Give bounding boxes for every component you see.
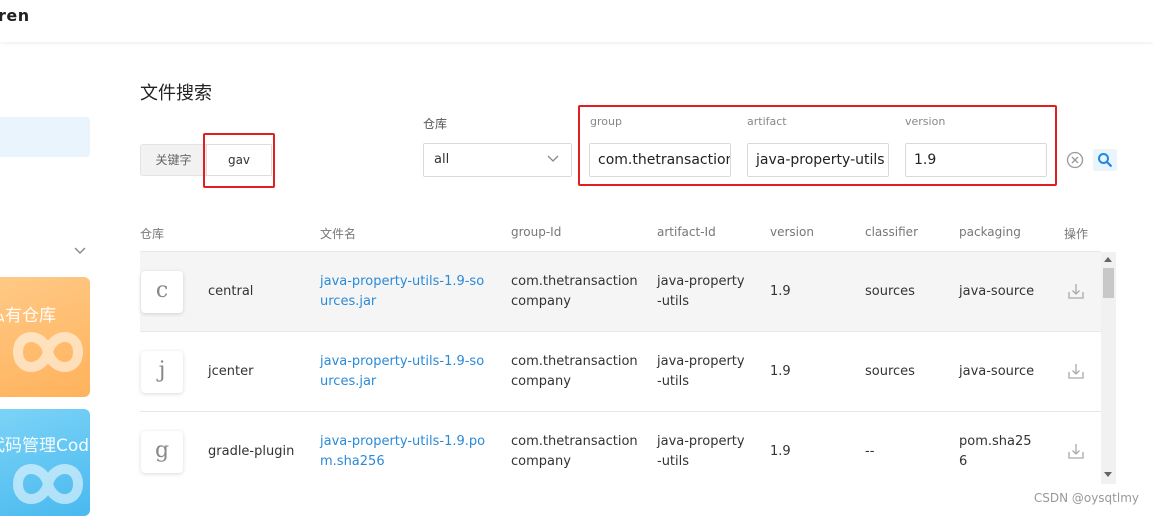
watermark: CSDN @oysqtlmy xyxy=(1033,491,1139,505)
column-header-group-id: group-Id xyxy=(511,225,562,239)
group-id-line: company xyxy=(511,454,571,469)
repo-avatar: g xyxy=(141,431,183,473)
artifact-id-line: -utils xyxy=(657,374,690,389)
group-id-cell: com.thetransaction company xyxy=(511,272,638,312)
group-id-line: company xyxy=(511,374,571,389)
packaging-cell: pom.sha25 6 xyxy=(959,432,1032,472)
infinity-logo-icon xyxy=(12,464,84,504)
repo-name: jcenter xyxy=(208,364,254,379)
keyword-label: 关键字 xyxy=(140,144,206,176)
app-logo-text[interactable]: ren xyxy=(0,6,30,25)
column-header-artifact-id: artifact-Id xyxy=(657,225,716,239)
packaging-line: pom.sha25 xyxy=(959,434,1032,449)
group-id-line: com.thetransaction xyxy=(511,434,638,449)
top-bar: ren xyxy=(0,0,1153,42)
repo-select[interactable]: all xyxy=(423,143,572,177)
group-id-line: company xyxy=(511,294,571,309)
group-id-line: com.thetransaction xyxy=(511,274,638,289)
page-title: 文件搜索 xyxy=(140,83,212,104)
scroll-down-arrow-icon[interactable] xyxy=(1104,472,1112,477)
search-button[interactable] xyxy=(1093,149,1117,171)
table-row[interactable]: g gradle-plugin java-property-utils-1.9.… xyxy=(140,412,1101,492)
packaging-line: java-source xyxy=(959,364,1035,379)
search-icon xyxy=(1098,153,1113,168)
group-id-cell: com.thetransaction company xyxy=(511,432,638,472)
classifier-cell: sources xyxy=(865,284,915,299)
column-header-filename: 文件名 xyxy=(320,227,357,241)
repo-label: 仓库 xyxy=(423,117,448,131)
packaging-cell: java-source xyxy=(959,362,1034,382)
column-header-repo: 仓库 xyxy=(140,227,165,241)
column-header-packaging: packaging xyxy=(959,225,1021,239)
codeup-promo-card[interactable]: 代码管理Codeup xyxy=(0,409,90,516)
filename-line: java-property-utils-1.9.po xyxy=(320,434,486,449)
group-id-line: com.thetransaction xyxy=(511,354,638,369)
scroll-up-arrow-icon[interactable] xyxy=(1104,257,1112,262)
filename-line: urces.jar xyxy=(320,374,377,389)
classifier-cell: sources xyxy=(865,364,915,379)
artifact-id-cell: java-property -utils xyxy=(657,432,745,472)
download-icon[interactable] xyxy=(1067,362,1085,380)
version-cell: 1.9 xyxy=(770,284,791,299)
version-cell: 1.9 xyxy=(770,364,791,379)
download-icon[interactable] xyxy=(1067,282,1085,300)
group-id-cell: com.thetransaction company xyxy=(511,352,638,392)
highlight-box-keyword xyxy=(203,133,275,188)
column-header-actions: 操作 xyxy=(1064,227,1089,241)
chevron-down-icon xyxy=(547,155,559,162)
artifact-id-cell: java-property -utils xyxy=(657,352,745,392)
packaging-line: 6 xyxy=(959,454,968,469)
infinity-logo-icon xyxy=(12,332,84,372)
classifier-cell: -- xyxy=(865,444,875,459)
repo-name: central xyxy=(208,284,254,299)
table-row[interactable]: j jcenter java-property-utils-1.9-so urc… xyxy=(140,332,1101,412)
packaging-cell: java-source xyxy=(959,282,1034,302)
scrollbar-thumb[interactable] xyxy=(1103,268,1114,298)
filename-link[interactable]: java-property-utils-1.9.po m.sha256 xyxy=(320,432,485,472)
sidebar-active-item[interactable] xyxy=(0,117,90,157)
artifact-id-line: -utils xyxy=(657,294,690,309)
artifact-id-cell: java-property -utils xyxy=(657,272,745,312)
column-header-version: version xyxy=(770,225,814,239)
repo-avatar: j xyxy=(141,351,183,393)
filename-link[interactable]: java-property-utils-1.9-so urces.jar xyxy=(320,272,484,312)
chevron-down-icon[interactable] xyxy=(73,244,87,258)
artifact-id-line: java-property xyxy=(657,354,745,369)
filename-line: urces.jar xyxy=(320,294,377,309)
filename-line: m.sha256 xyxy=(320,454,385,469)
artifact-id-line: java-property xyxy=(657,434,745,449)
filename-line: java-property-utils-1.9-so xyxy=(320,354,485,369)
private-repo-promo-card[interactable]: 私有仓库 xyxy=(0,277,90,397)
filename-link[interactable]: java-property-utils-1.9-so urces.jar xyxy=(320,352,484,392)
repo-name: gradle-plugin xyxy=(208,444,295,459)
artifact-id-line: java-property xyxy=(657,274,745,289)
filename-line: java-property-utils-1.9-so xyxy=(320,274,485,289)
download-icon[interactable] xyxy=(1067,442,1085,460)
table-row[interactable]: c central java-property-utils-1.9-so urc… xyxy=(140,252,1101,332)
repo-avatar: c xyxy=(141,271,183,313)
clear-icon[interactable] xyxy=(1066,151,1084,169)
column-header-classifier: classifier xyxy=(865,225,918,239)
version-cell: 1.9 xyxy=(770,444,791,459)
repo-select-value: all xyxy=(434,152,450,167)
highlight-box-gav xyxy=(578,105,1057,186)
packaging-line: java-source xyxy=(959,284,1035,299)
artifact-id-line: -utils xyxy=(657,454,690,469)
